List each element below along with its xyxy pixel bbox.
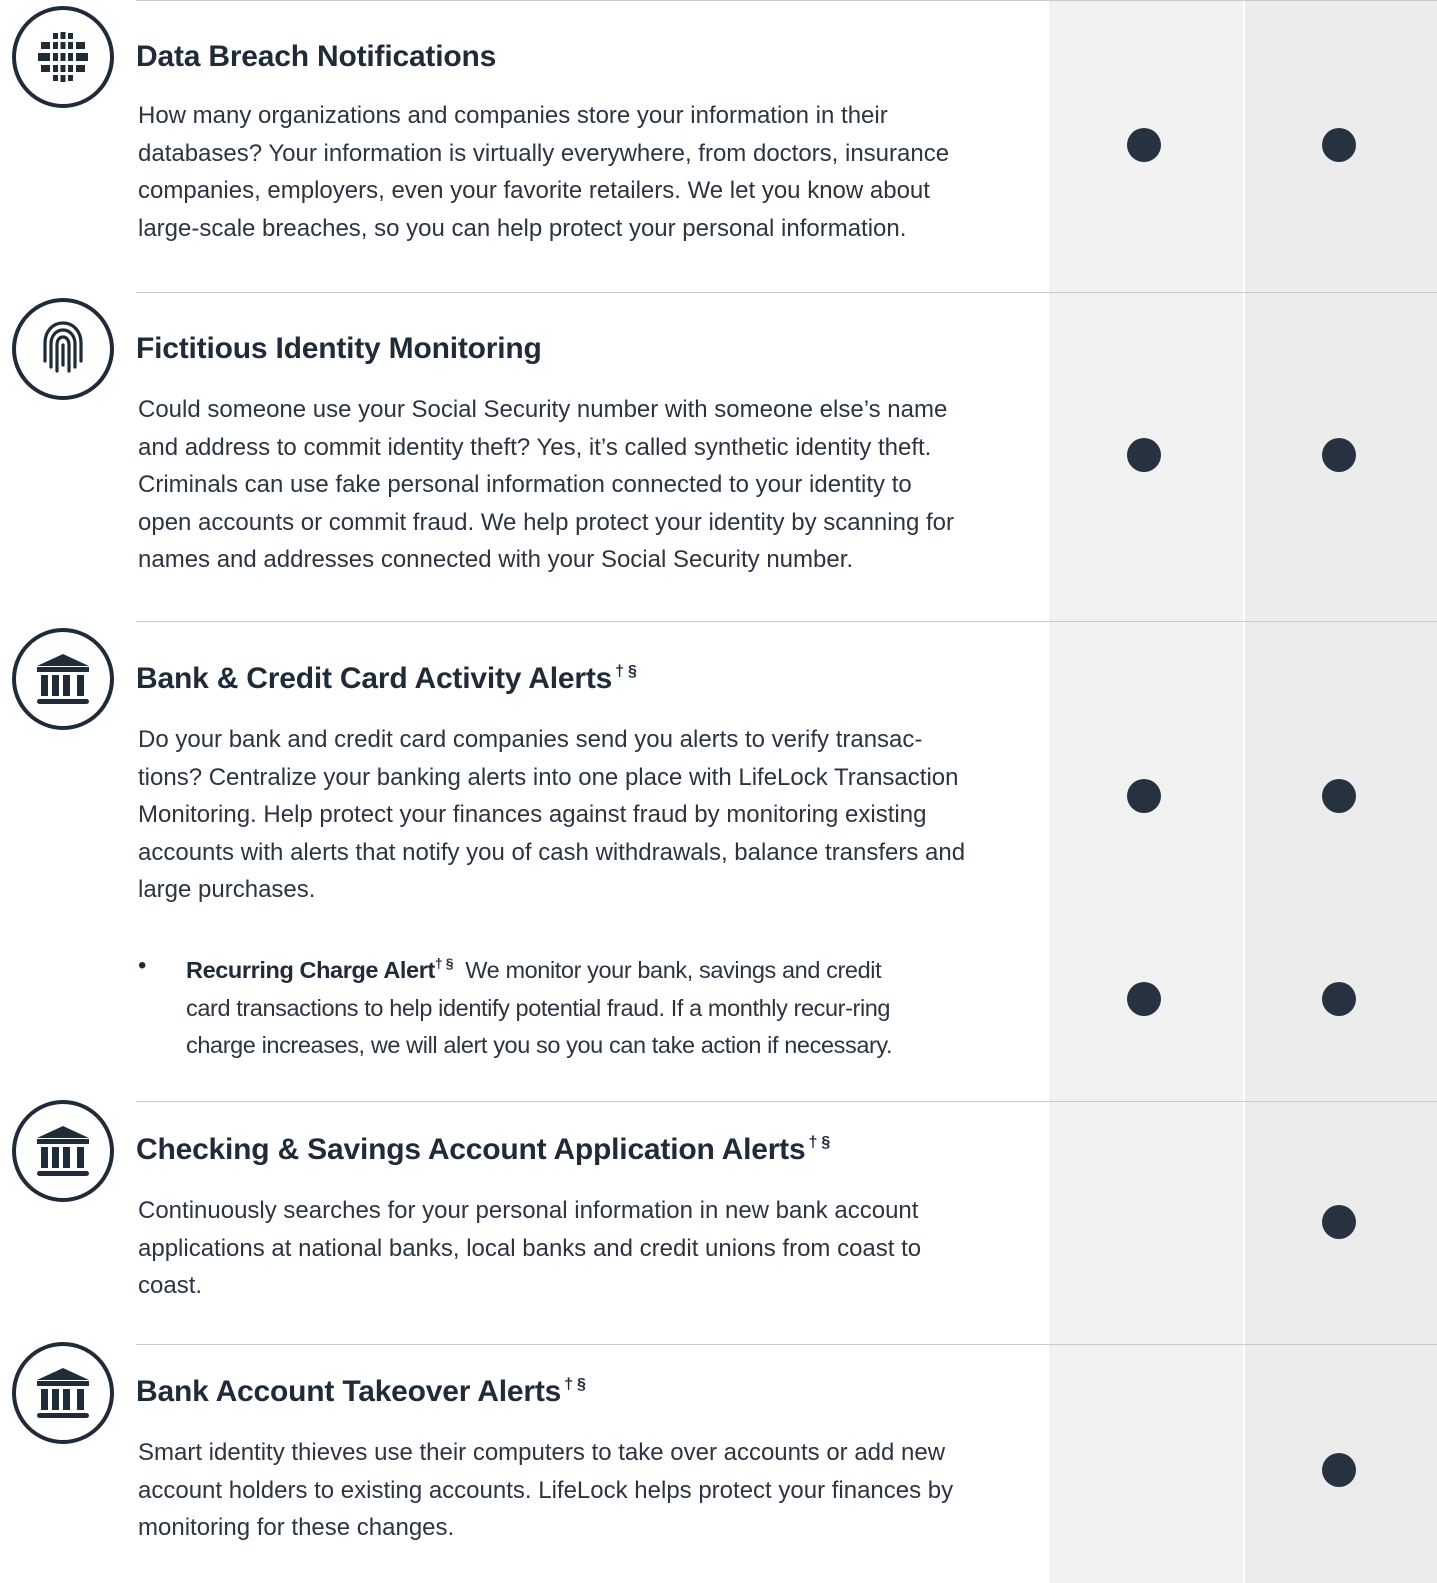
plan-b-included-dot: [1322, 779, 1356, 813]
bullet-marker: •: [138, 952, 147, 979]
bank-icon: [12, 628, 114, 730]
plan-a-included-dot: [1127, 438, 1161, 472]
footnote-mark: † §: [434, 955, 454, 971]
plan-b-included-dot: [1322, 1205, 1356, 1239]
feature-description: Could someone use your Social Security n…: [138, 396, 954, 573]
feature-title: Bank Account Takeover Alerts † §: [136, 1375, 586, 1408]
sub-feature-title: Recurring Charge Alert: [186, 957, 435, 983]
sub-feature-text: Recurring Charge Alert† § We monitor you…: [186, 945, 926, 1065]
footnote-mark: † §: [808, 1134, 831, 1151]
plan-a-included-dot: [1127, 982, 1161, 1016]
plan-a-included-dot: [1127, 128, 1161, 162]
feature-description: Smart identity thieves use their compute…: [138, 1439, 954, 1541]
footnote-mark: † §: [564, 1376, 586, 1393]
fingerprint-icon: [12, 298, 114, 400]
plan-b-included-dot: [1322, 982, 1356, 1016]
globe-icon: [12, 6, 114, 108]
feature-title: Bank & Credit Card Activity Alerts † §: [136, 662, 637, 695]
plan-b-included-dot: [1322, 438, 1356, 472]
feature-title: Checking & Savings Account Application A…: [136, 1133, 831, 1166]
feature-title: Data Breach Notifications: [136, 40, 497, 73]
bank-icon: [12, 1342, 114, 1444]
row-divider: [136, 1101, 1437, 1102]
row-divider: [136, 0, 1437, 1]
plan-b-included-dot: [1322, 128, 1356, 162]
feature-title: Fictitious Identity Monitoring: [136, 332, 542, 365]
feature-description: Do your bank and credit card companies s…: [138, 726, 966, 903]
footnote-mark: † §: [615, 663, 637, 680]
row-divider: [136, 292, 1437, 293]
plan-a-included-dot: [1127, 779, 1161, 813]
feature-description: Continuously searches for your personal …: [138, 1197, 922, 1299]
bank-icon: [12, 1100, 114, 1202]
row-divider: [136, 1344, 1437, 1345]
row-divider: [136, 621, 1437, 622]
plan-b-included-dot: [1322, 1453, 1356, 1487]
feature-description: How many organizations and companies sto…: [138, 102, 950, 242]
